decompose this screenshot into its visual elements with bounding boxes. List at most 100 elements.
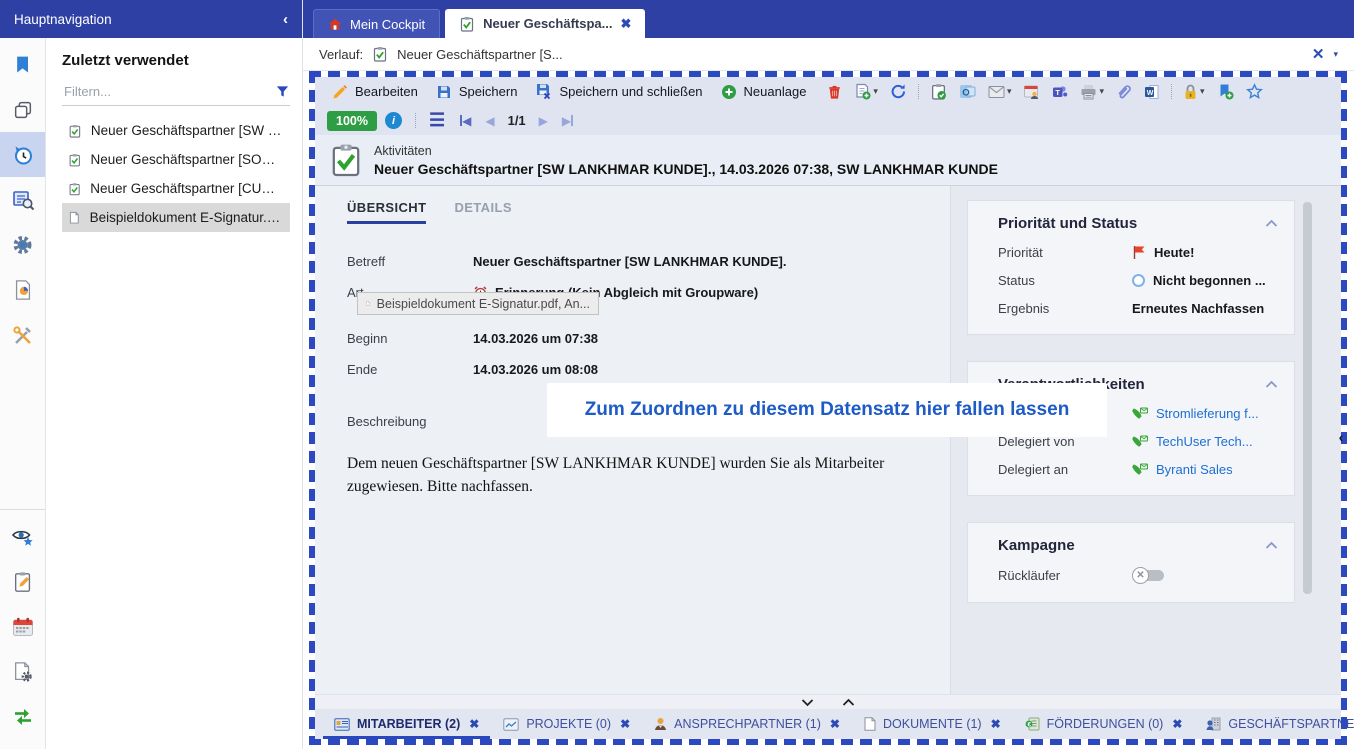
last-page-button[interactable]: ▶ <box>562 114 573 128</box>
rail-document-settings-button[interactable] <box>0 649 45 694</box>
rail-tools-button[interactable] <box>0 312 45 357</box>
priority-row: Priorität Heute! <box>998 245 1278 260</box>
permissions-button[interactable]: ▾ <box>1177 77 1211 106</box>
tab-projekte[interactable]: PROJEKTE (0) ✖ <box>492 709 641 739</box>
tab-geschaeftspartner[interactable]: GESCHÄFTSPARTNER (1) ✖ <box>1195 709 1354 739</box>
history-dropdown-icon[interactable]: ▾ <box>1333 49 1338 60</box>
edit-button[interactable]: Bearbeiten <box>323 77 427 106</box>
print-dropdown-icon[interactable]: ▾ <box>1099 86 1104 97</box>
tab-record[interactable]: Neuer Geschäftspa... ✖ <box>445 9 645 38</box>
rail-watch-button[interactable] <box>0 514 45 559</box>
record-type: Aktivitäten <box>374 144 998 158</box>
tab-close-icon[interactable]: ✖ <box>620 16 631 32</box>
report-document-icon <box>12 279 34 301</box>
rail-calendar-button[interactable] <box>0 604 45 649</box>
outlook-button[interactable]: O <box>953 77 982 106</box>
new-record-button[interactable]: Neuanlage <box>712 77 816 106</box>
svg-text:T: T <box>1056 87 1061 96</box>
status-toolbar: 100% i ☰ ◀ ◀ 1/1 ▶ ▶ <box>315 106 1341 135</box>
trash-icon <box>827 84 842 100</box>
permissions-dropdown-icon[interactable]: ▾ <box>1200 86 1205 97</box>
right-collapse-handle[interactable]: ‹ <box>1334 424 1348 450</box>
next-page-button[interactable]: ▶ <box>539 114 548 128</box>
filter-input[interactable] <box>62 83 275 100</box>
refresh-button[interactable] <box>884 77 913 106</box>
collapse-chevron-icon[interactable] <box>1265 541 1278 550</box>
sidebar: Hauptnavigation ‹ <box>0 0 303 749</box>
save-close-button[interactable]: Speichern und schließen <box>526 77 711 106</box>
campaign-card: Kampagne Rückläufer ✕ <box>967 522 1295 603</box>
funding-icon: € <box>1025 717 1040 731</box>
tab-mitarbeiter[interactable]: MITARBEITER (2) ✖ <box>323 709 490 739</box>
save-button[interactable]: Speichern <box>427 77 527 106</box>
appointment-button[interactable] <box>1017 77 1046 106</box>
history-item[interactable]: Neuer Geschäftspartner [S... <box>397 47 562 62</box>
rail-bookmarks-button[interactable] <box>0 42 45 87</box>
tab-close-icon[interactable]: ✖ <box>620 717 630 731</box>
history-close-icon[interactable]: ✕ <box>1312 45 1325 63</box>
tab-mein-cockpit[interactable]: Mein Cockpit <box>313 9 440 38</box>
priority-card-title: Priorität und Status <box>998 215 1137 232</box>
attachment-button[interactable] <box>1110 77 1138 106</box>
email-button[interactable]: ▾ <box>982 77 1018 106</box>
recent-item[interactable]: Neuer Geschäftspartner [SW LANK... <box>62 116 290 145</box>
recent-item[interactable]: Neuer Geschäftspartner [CURSOR E... <box>62 174 290 203</box>
tab-close-icon[interactable]: ✖ <box>469 717 479 731</box>
drop-hint-overlay: Zum Zuordnen zu diesem Datensatz hier fa… <box>547 383 1107 437</box>
tab-foerderungen[interactable]: € FÖRDERUNGEN (0) ✖ <box>1014 709 1194 739</box>
complete-activity-button[interactable] <box>924 77 953 106</box>
print-button[interactable]: ▾ <box>1074 77 1110 106</box>
rail-divider <box>0 509 45 510</box>
dossier-scrollbar[interactable] <box>1303 202 1312 594</box>
tools-icon <box>11 323 35 347</box>
prev-page-button[interactable]: ◀ <box>485 114 494 128</box>
email-dropdown-icon[interactable]: ▾ <box>1007 86 1012 97</box>
sidebar-collapse-icon[interactable]: ‹ <box>283 11 288 28</box>
record-link[interactable]: Byranti Sales <box>1156 462 1233 477</box>
expand-down-icon[interactable] <box>801 698 814 707</box>
menu-icon[interactable]: ☰ <box>429 110 445 131</box>
filter-funnel-icon[interactable] <box>275 84 290 99</box>
tab-details[interactable]: DETAILS <box>454 200 511 224</box>
tab-close-icon[interactable]: ✖ <box>991 717 1001 731</box>
zoom-badge[interactable]: 100% <box>327 111 377 131</box>
status-row: Status Nicht begonnen ... <box>998 273 1278 288</box>
favorite-button[interactable] <box>1240 77 1269 106</box>
record-link[interactable]: TechUser Tech... <box>1156 434 1253 449</box>
info-icon[interactable]: i <box>385 112 402 129</box>
tab-close-icon[interactable]: ✖ <box>830 717 840 731</box>
record-link[interactable]: Stromlieferung f... <box>1156 406 1259 421</box>
copy-new-dropdown-icon[interactable]: ▾ <box>873 86 878 97</box>
recent-item-selected[interactable]: Beispieldokument E-Signatur.pdf, An... <box>62 203 290 232</box>
word-button[interactable]: W <box>1138 77 1166 106</box>
first-page-button[interactable]: ◀ <box>460 114 471 128</box>
collapse-chevron-icon[interactable] <box>1265 219 1278 228</box>
rail-sync-button[interactable] <box>0 694 45 739</box>
ergebnis-row: Ergebnis Erneutes Nachfassen <box>998 301 1278 316</box>
tab-dokumente[interactable]: DOKUMENTE (1) ✖ <box>853 709 1012 739</box>
rail-windows-button[interactable] <box>0 87 45 132</box>
expand-up-icon[interactable] <box>842 698 855 707</box>
tab-ansprechpartner[interactable]: ANSPRECHPARTNER (1) ✖ <box>643 709 851 739</box>
rail-search-lists-button[interactable] <box>0 177 45 222</box>
printer-icon <box>1080 84 1097 100</box>
add-bookmark-button[interactable] <box>1211 77 1240 106</box>
detail-tabs: ÜBERSICHT DETAILS <box>347 200 950 224</box>
ruecklaeufer-toggle[interactable]: ✕ <box>1132 567 1164 584</box>
rail-tasks-button[interactable] <box>0 559 45 604</box>
tab-uebersicht[interactable]: ÜBERSICHT <box>347 200 426 224</box>
collapse-chevron-icon[interactable] <box>1265 380 1278 389</box>
recent-item[interactable]: Neuer Geschäftspartner [SOMENTE... <box>62 145 290 174</box>
recent-filter <box>62 83 290 106</box>
rail-reports-button[interactable] <box>0 267 45 312</box>
rail-automation-button[interactable] <box>0 222 45 267</box>
rail-history-button[interactable] <box>0 132 45 177</box>
copy-new-button[interactable]: ▾ <box>848 77 884 106</box>
contact-person-icon <box>654 717 667 731</box>
windows-copy-icon <box>12 99 34 121</box>
tab-close-icon[interactable]: ✖ <box>1172 717 1182 731</box>
drop-border-right <box>1341 71 1347 745</box>
delete-button[interactable] <box>821 77 848 106</box>
recent-panel: Zuletzt verwendet Neuer Geschäftspartner… <box>46 38 302 749</box>
teams-button[interactable]: T <box>1046 77 1074 106</box>
